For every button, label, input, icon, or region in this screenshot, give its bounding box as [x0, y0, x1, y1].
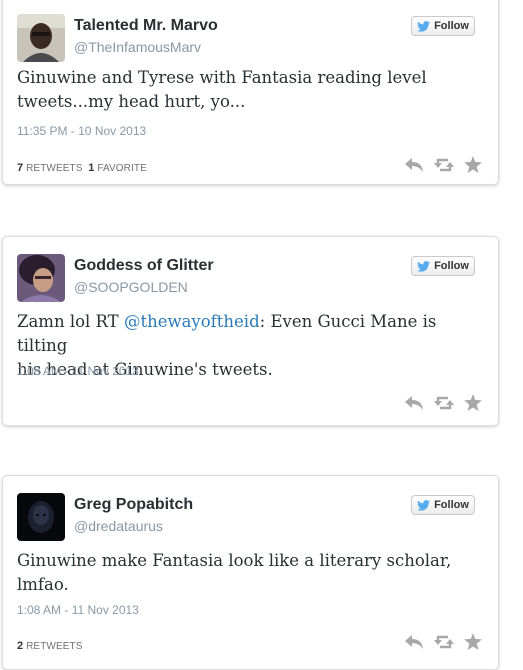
retweet-icon[interactable]	[434, 395, 454, 416]
tweet-actions	[404, 394, 482, 416]
tweet-text-line: Ginuwine and Tyrese with Fantasia readin…	[17, 68, 427, 87]
twitter-bird-icon	[417, 499, 431, 511]
timestamp[interactable]: 1:08 AM - 11 Nov 2013	[17, 364, 139, 378]
tweet-text: Ginuwine and Tyrese with Fantasia readin…	[17, 66, 478, 114]
retweet-icon[interactable]	[434, 157, 454, 178]
follow-button[interactable]: Follow	[411, 495, 475, 515]
retweets-label[interactable]: RETWEETS	[26, 641, 82, 652]
retweet-count[interactable]: 7	[17, 162, 23, 174]
tweet-text: Ginuwine make Fantasia look like a liter…	[17, 549, 478, 597]
favorite-count[interactable]: 1	[88, 162, 94, 174]
twitter-bird-icon	[417, 260, 431, 272]
timestamp[interactable]: 1:08 AM - 11 Nov 2013	[17, 603, 139, 617]
tweet-text-line: tweets...my head hurt, yo...	[17, 92, 246, 111]
reply-icon[interactable]	[404, 157, 424, 178]
retweet-icon[interactable]	[434, 634, 454, 655]
tweet-text-segment: Zamn lol RT	[17, 312, 124, 331]
follow-label: Follow	[434, 260, 469, 272]
retweets-label[interactable]: RETWEETS	[26, 163, 82, 174]
tweet-text-line: lmfao.	[17, 575, 69, 594]
favorite-star-icon[interactable]	[464, 633, 482, 655]
favorite-star-icon[interactable]	[464, 156, 482, 178]
follow-label: Follow	[434, 499, 469, 511]
tweet-text-line: Ginuwine make Fantasia look like a liter…	[17, 551, 452, 570]
avatar[interactable]	[17, 14, 65, 62]
username[interactable]: @SOOPGOLDEN	[74, 279, 188, 295]
display-name[interactable]: Talented Mr. Marvo	[74, 17, 218, 35]
twitter-bird-icon	[417, 20, 431, 32]
follow-button[interactable]: Follow	[411, 256, 475, 276]
username[interactable]: @TheInfamousMarv	[74, 39, 201, 55]
tweet-text-line: Zamn lol RT @thewayoftheid: Even Gucci M…	[17, 310, 478, 358]
retweet-count[interactable]: 2	[17, 640, 23, 652]
avatar[interactable]	[17, 254, 65, 302]
tweet-stats: 7 RETWEETS 1 FAVORITE	[17, 162, 147, 174]
mention-link[interactable]: @thewayoftheid	[124, 312, 260, 331]
tweet-card: Greg Popabitch @dredataurus Follow Ginuw…	[2, 475, 499, 670]
tweet-card: Goddess of Glitter @SOOPGOLDEN Follow Za…	[2, 236, 499, 426]
favorites-label[interactable]: FAVORITE	[97, 163, 147, 174]
reply-icon[interactable]	[404, 634, 424, 655]
username[interactable]: @dredataurus	[74, 518, 163, 534]
display-name[interactable]: Greg Popabitch	[74, 496, 193, 514]
display-name[interactable]: Goddess of Glitter	[74, 257, 214, 275]
tweet-actions	[404, 156, 482, 178]
timestamp[interactable]: 11:35 PM - 10 Nov 2013	[17, 124, 146, 138]
tweet-stats: 2 RETWEETS	[17, 640, 82, 652]
tweet-card: Talented Mr. Marvo @TheInfamousMarv Foll…	[2, 0, 499, 185]
tweet-actions	[404, 633, 482, 655]
avatar[interactable]	[17, 493, 65, 541]
follow-label: Follow	[434, 20, 469, 32]
follow-button[interactable]: Follow	[411, 16, 475, 36]
favorite-star-icon[interactable]	[464, 394, 482, 416]
reply-icon[interactable]	[404, 395, 424, 416]
